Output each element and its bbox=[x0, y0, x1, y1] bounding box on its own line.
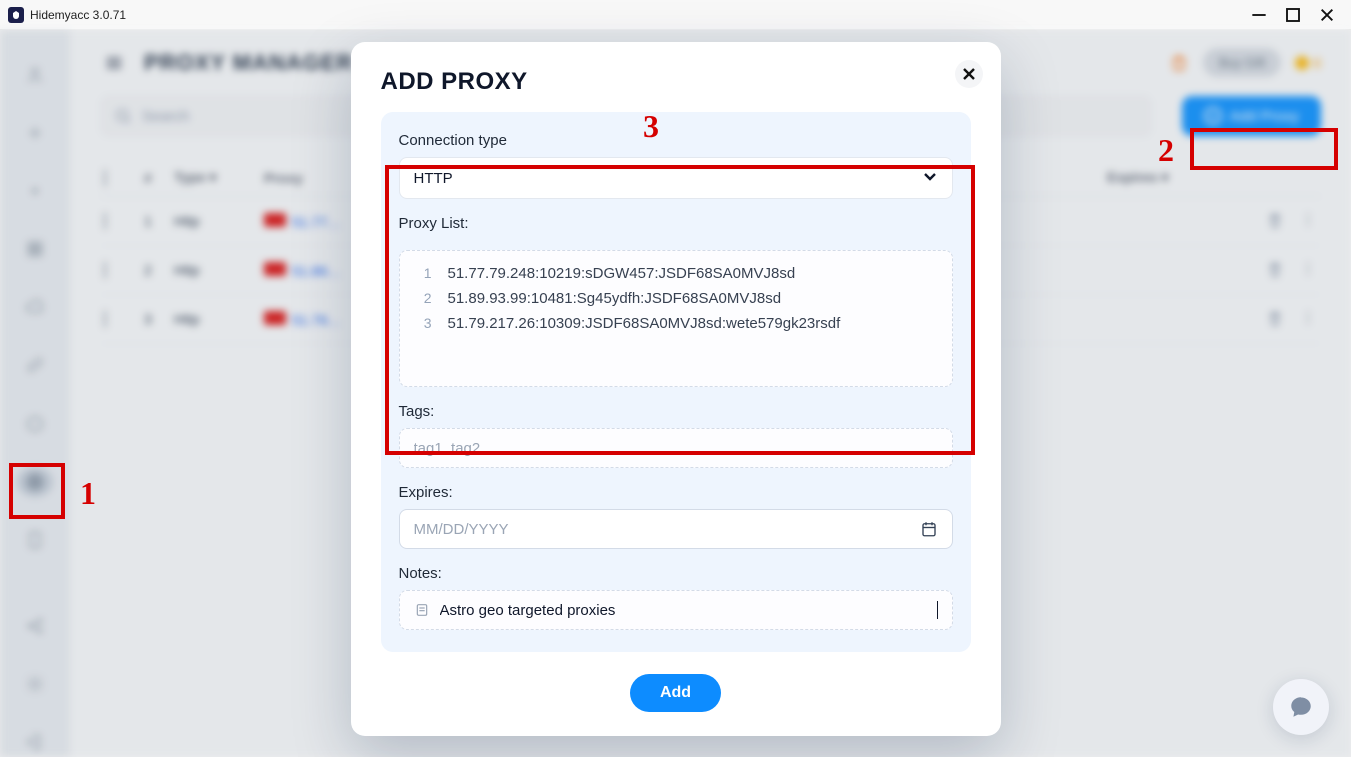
modal-title: ADD PROXY bbox=[381, 68, 971, 96]
text-cursor bbox=[937, 601, 938, 619]
add-button[interactable]: Add bbox=[630, 674, 721, 712]
window-maximize-button[interactable] bbox=[1285, 7, 1301, 23]
calendar-icon[interactable] bbox=[920, 520, 938, 538]
window-titlebar: Hidemyacc 3.0.71 bbox=[0, 0, 1351, 30]
window-minimize-button[interactable] bbox=[1251, 7, 1267, 23]
window-title: Hidemyacc 3.0.71 bbox=[30, 8, 126, 22]
annotation-label-1: 1 bbox=[80, 475, 96, 512]
notes-label: Notes: bbox=[399, 565, 953, 582]
window-close-button[interactable] bbox=[1319, 7, 1335, 23]
annotation-label-2: 2 bbox=[1158, 132, 1174, 169]
chat-fab-button[interactable] bbox=[1273, 679, 1329, 735]
expires-label: Expires: bbox=[399, 484, 953, 501]
connection-type-label: Connection type bbox=[399, 132, 953, 149]
annotation-box-3 bbox=[385, 165, 975, 455]
expires-input-wrap bbox=[399, 509, 953, 549]
notes-input[interactable] bbox=[440, 602, 927, 619]
expires-input[interactable] bbox=[414, 521, 910, 538]
annotation-label-3: 3 bbox=[643, 108, 659, 145]
modal-close-button[interactable] bbox=[955, 60, 983, 88]
annotation-box-1 bbox=[9, 463, 65, 519]
app-logo-icon bbox=[8, 7, 24, 23]
note-icon bbox=[414, 602, 430, 618]
notes-input-wrap bbox=[399, 590, 953, 630]
annotation-box-2 bbox=[1190, 128, 1338, 170]
